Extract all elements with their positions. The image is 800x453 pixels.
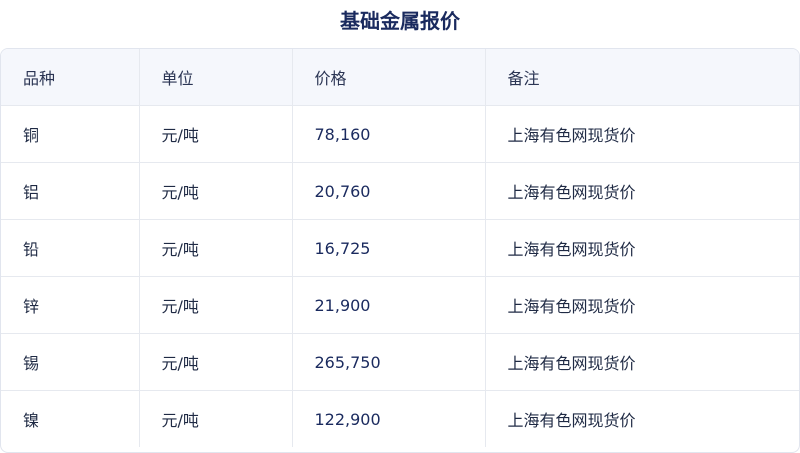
table-row: 镍 元/吨 122,900 上海有色网现货价: [1, 390, 799, 447]
table-header: 品种 单位 价格 备注: [1, 49, 799, 106]
header-unit: 单位: [139, 49, 293, 106]
cell-variety: 铝: [1, 162, 140, 220]
cell-variety: 锌: [1, 276, 140, 334]
header-row: 品种 单位 价格 备注: [1, 49, 799, 106]
cell-price: 265,750: [292, 333, 486, 391]
table-row: 锡 元/吨 265,750 上海有色网现货价: [1, 333, 799, 391]
cell-note: 上海有色网现货价: [485, 219, 799, 277]
cell-variety: 铜: [1, 105, 140, 163]
price-table-container: 品种 单位 价格 备注 铜 元/吨 78,160 上海有色网现货价 铝 元/吨 …: [0, 48, 800, 453]
cell-unit: 元/吨: [139, 276, 293, 334]
table-row: 铜 元/吨 78,160 上海有色网现货价: [1, 105, 799, 163]
cell-note: 上海有色网现货价: [507, 411, 636, 430]
header-variety: 品种: [1, 49, 140, 106]
table-row: 铝 元/吨 20,760 上海有色网现货价: [1, 162, 799, 220]
cell-variety: 镍: [1, 390, 140, 447]
cell-variety: 锡: [1, 333, 140, 391]
cell-price: 16,725: [292, 219, 486, 277]
cell-price: 122,900: [292, 390, 486, 447]
cell-unit: 元/吨: [139, 390, 293, 447]
cell-price: 21,900: [292, 276, 486, 334]
cell-unit: 元/吨: [139, 333, 293, 391]
price-table: 品种 单位 价格 备注 铜 元/吨 78,160 上海有色网现货价 铝 元/吨 …: [1, 49, 799, 447]
cell-variety: 铅: [1, 219, 140, 277]
cell-note: 上海有色网现货价: [485, 162, 799, 220]
header-note: 备注: [485, 49, 799, 106]
table-row: 铅 元/吨 16,725 上海有色网现货价: [1, 219, 799, 277]
cell-unit: 元/吨: [139, 105, 293, 163]
cell-note: 上海有色网现货价: [485, 105, 799, 163]
table-row: 锌 元/吨 21,900 上海有色网现货价: [1, 276, 799, 334]
cell-price: 78,160: [292, 105, 486, 163]
cell-unit: 元/吨: [139, 162, 293, 220]
table-body: 铜 元/吨 78,160 上海有色网现货价 铝 元/吨 20,760 上海有色网…: [1, 105, 799, 447]
cell-note: 上海有色网现货价: [485, 333, 799, 391]
cell-price: 20,760: [292, 162, 486, 220]
cell-note: 上海有色网现货价: [485, 276, 799, 334]
cell-unit: 元/吨: [139, 219, 293, 277]
header-price: 价格: [292, 49, 486, 106]
page-title: 基础金属报价: [340, 9, 460, 33]
